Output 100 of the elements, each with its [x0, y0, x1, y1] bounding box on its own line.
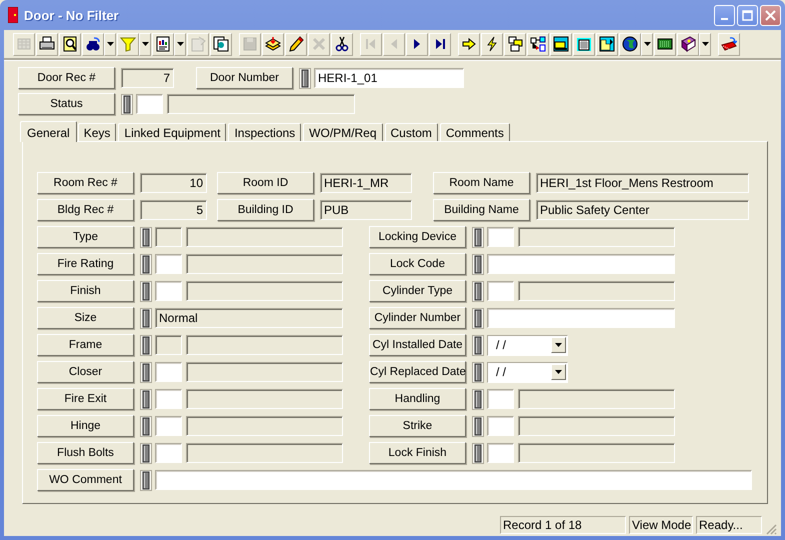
field-label-button[interactable]: Cylinder Number	[369, 307, 466, 329]
toolbar-button[interactable]	[262, 32, 284, 56]
field-label-button[interactable]: Fire Rating	[37, 253, 134, 275]
tab[interactable]: Custom	[384, 123, 438, 141]
toolbar-button[interactable]	[550, 32, 572, 56]
field-label-button[interactable]: Cylinder Type	[369, 280, 466, 302]
bar-icon	[472, 226, 484, 248]
bar-icon	[140, 308, 152, 328]
magnifier-icon	[62, 36, 78, 52]
code-field[interactable]	[487, 443, 514, 463]
dropdown-button[interactable]	[551, 337, 566, 353]
code-field[interactable]	[136, 94, 163, 114]
toolbar-button[interactable]	[152, 32, 174, 56]
tab[interactable]: Keys	[78, 123, 116, 141]
dropdown-button[interactable]	[641, 32, 653, 56]
field-label-button[interactable]: Room Rec #	[37, 172, 134, 194]
code-field[interactable]	[487, 281, 514, 301]
machine-icon	[553, 36, 569, 52]
dropdown-button[interactable]	[551, 364, 566, 380]
toolbar-button[interactable]	[573, 32, 595, 56]
resize-grip-icon[interactable]	[765, 523, 777, 535]
field-label-button[interactable]: Lock Finish	[369, 442, 466, 464]
field-label-button[interactable]: Hinge	[37, 415, 134, 437]
toolbar-button[interactable]	[82, 32, 104, 56]
cross-icon	[311, 36, 327, 52]
bar-icon	[140, 470, 152, 490]
map-icon	[599, 36, 615, 52]
code-field[interactable]	[487, 416, 514, 436]
tab[interactable]: Linked Equipment	[118, 123, 226, 141]
code-field[interactable]	[487, 389, 514, 409]
field-label-button[interactable]: WO Comment	[37, 469, 134, 491]
dropdown-button[interactable]	[139, 32, 151, 56]
code-field[interactable]	[155, 389, 182, 409]
document-icon	[190, 36, 206, 52]
dropdown-button[interactable]	[699, 32, 711, 56]
toolbar-button[interactable]	[59, 32, 81, 56]
dropdown-button[interactable]	[174, 32, 186, 56]
bar-icon	[472, 442, 484, 464]
dropdown-button[interactable]	[104, 32, 116, 56]
tab[interactable]: Inspections	[228, 123, 302, 141]
field-label-button[interactable]: Handling	[369, 388, 466, 410]
tab[interactable]: General	[20, 121, 77, 142]
toolbar-button[interactable]	[619, 32, 641, 56]
toolbar-button[interactable]	[429, 32, 451, 56]
code-field[interactable]	[155, 443, 182, 463]
toolbar-button[interactable]	[210, 32, 232, 56]
minimize-button[interactable]	[714, 4, 735, 26]
toolbar-button[interactable]	[527, 32, 549, 56]
maximize-button[interactable]	[737, 4, 758, 26]
text-field: Normal	[155, 308, 343, 328]
caret-icon	[555, 370, 562, 374]
field-label-button[interactable]: Door Rec #	[18, 67, 115, 89]
field-label-button[interactable]: Fire Exit	[37, 388, 134, 410]
field-label-button[interactable]: Lock Code	[369, 253, 466, 275]
toolbar-button[interactable]	[718, 32, 740, 56]
field-label-button[interactable]: Door Number	[196, 67, 293, 89]
field-label-button[interactable]: Locking Device	[369, 226, 466, 248]
toolbar-button[interactable]	[406, 32, 428, 56]
toolbar-button[interactable]	[654, 32, 676, 56]
text-field[interactable]	[487, 308, 675, 328]
bar-icon	[472, 254, 484, 274]
field-label-button[interactable]: Flush Bolts	[37, 442, 134, 464]
code-field[interactable]	[155, 254, 182, 274]
close-button[interactable]	[760, 4, 781, 26]
tab[interactable]: WO/PM/Req	[303, 123, 383, 141]
caret-icon	[142, 42, 148, 46]
field-label-button[interactable]: Cyl Replaced Date	[369, 361, 466, 383]
text-field[interactable]: HERI-1_01	[314, 68, 464, 88]
code-field[interactable]	[155, 281, 182, 301]
bar-icon	[140, 334, 152, 356]
close-icon	[765, 10, 776, 20]
toolbar-button[interactable]	[677, 32, 699, 56]
toolbar-button[interactable]	[481, 32, 503, 56]
text-field: HERI_1st Floor_Mens Restroom	[536, 173, 749, 193]
date-picker[interactable]: / /	[487, 362, 568, 382]
field-label-button[interactable]: Bldg Rec #	[37, 199, 134, 221]
field-label-button[interactable]: Closer	[37, 361, 134, 383]
globe-icon	[622, 36, 638, 52]
code-field[interactable]	[155, 362, 182, 382]
field-label-button[interactable]: Status	[18, 93, 115, 115]
bar-icon	[140, 226, 152, 248]
code-field[interactable]	[155, 416, 182, 436]
date-picker[interactable]: / /	[487, 334, 568, 356]
text-field: HERI-1_MR	[320, 173, 412, 193]
field-label-button[interactable]: Cyl Installed Date	[369, 334, 466, 356]
toolbar-button[interactable]	[36, 32, 58, 56]
text-field[interactable]	[155, 470, 752, 490]
toolbar-button[interactable]	[458, 32, 480, 56]
tab[interactable]: Comments	[440, 123, 510, 141]
field-label-button[interactable]: Finish	[37, 280, 134, 302]
toolbar-button[interactable]	[331, 32, 353, 56]
bar-icon	[140, 280, 152, 302]
toolbar-button[interactable]	[504, 32, 526, 56]
text-field[interactable]	[487, 254, 675, 274]
field-label-button[interactable]: Strike	[369, 415, 466, 437]
toolbar-button[interactable]	[285, 32, 307, 56]
caret-icon	[106, 42, 114, 46]
maximize-icon	[742, 10, 753, 20]
code-field[interactable]	[487, 227, 514, 247]
toolbar-button[interactable]	[596, 32, 618, 56]
